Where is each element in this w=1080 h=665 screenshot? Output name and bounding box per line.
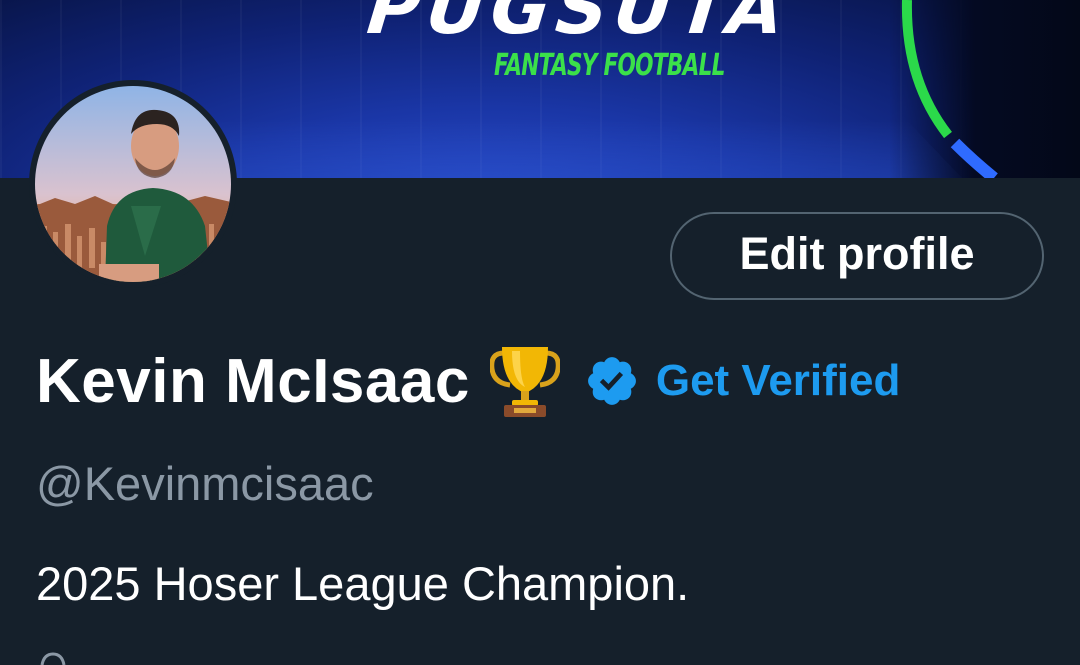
location-icon	[40, 652, 66, 665]
profile-bio: 2025 Hoser League Champion.	[36, 557, 690, 610]
get-verified-link[interactable]: Get Verified	[656, 356, 901, 406]
verified-badge-icon[interactable]	[584, 353, 640, 409]
profile-handle: @Kevinmcisaac	[36, 457, 374, 510]
avatar-photo	[35, 86, 231, 282]
profile-name-row: Kevin McIsaac Get Verified	[36, 336, 900, 426]
trophy-icon	[489, 347, 560, 417]
avatar[interactable]	[29, 80, 237, 288]
edit-profile-button[interactable]: Edit profile	[670, 212, 1044, 300]
display-name: Kevin McIsaac	[36, 346, 470, 416]
